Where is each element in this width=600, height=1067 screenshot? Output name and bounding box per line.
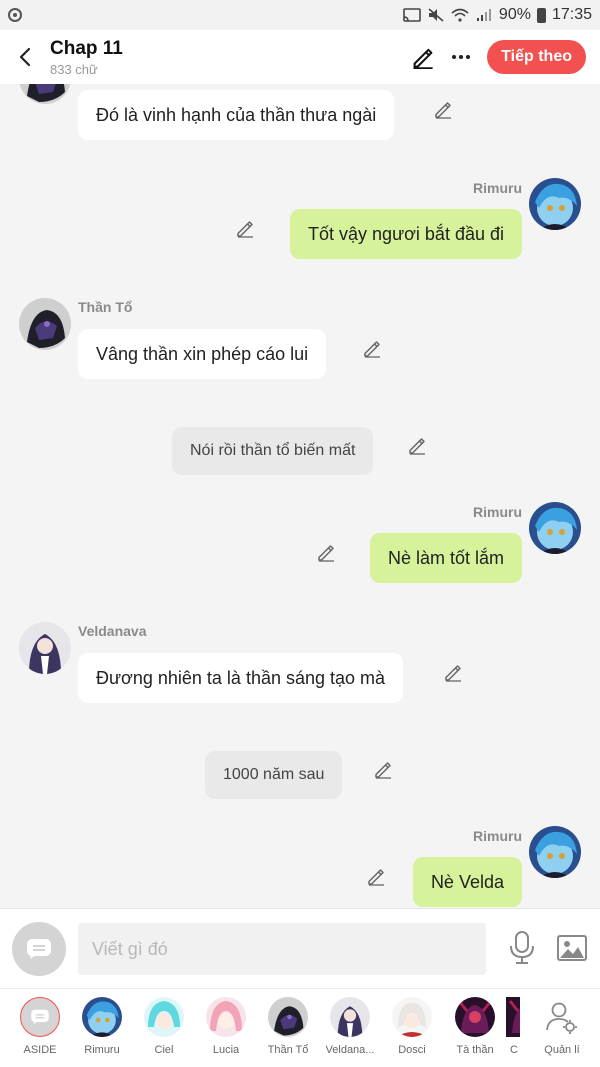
edit-message-icon[interactable] (362, 338, 382, 358)
next-chapter-button[interactable]: Tiếp theo (487, 40, 586, 74)
character-label: Tà thần (456, 1044, 494, 1056)
message-bubble[interactable]: Vâng thần xin phép cáo lui (78, 329, 327, 379)
edit-message-icon[interactable] (433, 99, 453, 119)
avatar (392, 997, 432, 1037)
character-label: C (510, 1044, 518, 1056)
message-bubble[interactable]: Tốt vậy ngươi bắt đầu đi (290, 209, 522, 259)
character-tab-dosci[interactable]: Dosci (381, 997, 443, 1056)
microphone-icon[interactable] (508, 931, 536, 965)
speaker-name: Rimuru (473, 180, 522, 196)
more-options-button[interactable] (449, 45, 473, 69)
cast-icon (403, 8, 421, 22)
signal-icon (476, 9, 491, 21)
word-count: 833 chữ (50, 61, 98, 77)
narration-bubble[interactable]: 1000 năm sau (205, 751, 343, 799)
clock: 17:35 (551, 6, 592, 23)
speaker-name: Rimuru (473, 828, 522, 844)
avatar (330, 997, 370, 1037)
image-icon[interactable] (557, 935, 587, 961)
aside-icon (20, 997, 60, 1037)
character-tab-lucia[interactable]: Lucia (195, 997, 257, 1056)
more-horizontal-icon (452, 55, 471, 59)
narration-bubble[interactable]: Nói rồi thần tổ biến mất (172, 427, 374, 475)
character-label: Veldana... (325, 1044, 375, 1056)
message-bubble[interactable]: Nè Velda (412, 857, 522, 907)
composer-bar (0, 908, 600, 988)
user-settings-icon (546, 1002, 577, 1034)
mute-icon (428, 8, 444, 22)
speaker-name: Veldanava (78, 623, 147, 639)
chapter-header: Chap 11 833 chữ Tiếp theo (0, 30, 600, 84)
avatar-veldanava[interactable] (19, 622, 71, 674)
character-label: ASIDE (23, 1044, 57, 1056)
character-label: Quản lí (544, 1044, 580, 1056)
avatar-rimuru[interactable] (529, 826, 581, 878)
character-tab-than-to[interactable]: Thần Tổ (257, 997, 319, 1056)
avatar (82, 997, 122, 1037)
avatar (206, 997, 246, 1037)
message-input[interactable] (78, 923, 486, 975)
character-label: Thần Tổ (267, 1044, 309, 1056)
edit-message-icon[interactable] (235, 218, 255, 238)
character-label: Dosci (398, 1044, 426, 1056)
character-tab-aside[interactable]: ASIDE (9, 997, 71, 1056)
avatar (268, 997, 308, 1037)
avatar-rimuru[interactable] (529, 178, 581, 230)
chevron-left-icon (19, 47, 31, 67)
character-label: Lucia (212, 1044, 240, 1056)
status-bar: 90% 17:35 (0, 0, 600, 30)
chat-thread[interactable]: Đó là vinh hạnh của thần thưa ngài Rimur… (0, 84, 600, 908)
avatar (144, 997, 184, 1037)
manage-characters-button[interactable]: Quản lí (531, 997, 593, 1056)
avatar (506, 997, 520, 1037)
avatar-than-to[interactable] (19, 84, 71, 104)
battery-icon (536, 7, 546, 23)
speaker-name: Rimuru (473, 504, 522, 520)
pencil-icon (413, 48, 433, 69)
character-tab-rimuru[interactable]: Rimuru (71, 997, 133, 1056)
character-tab-veldanava[interactable]: Veldana... (319, 997, 381, 1056)
character-label: Rimuru (84, 1044, 120, 1056)
wifi-icon (451, 8, 469, 22)
chapter-title-block: Chap 11 833 chữ (50, 38, 123, 77)
edit-message-icon[interactable] (316, 542, 336, 562)
battery-percent: 90% (498, 6, 531, 23)
message-bubble[interactable]: Đương nhiên ta là thần sáng tạo mà (78, 653, 404, 703)
character-tab-ta-than[interactable]: Tà thần (444, 997, 506, 1056)
avatar (455, 997, 495, 1037)
character-tab-partial[interactable]: C (506, 997, 534, 1056)
app-notification-icon (8, 8, 22, 22)
message-bubble[interactable]: Đó là vinh hạnh của thần thưa ngài (78, 90, 395, 140)
back-button[interactable] (14, 46, 36, 68)
character-selector: ASIDE Rimuru Ciel Lucia Thần Tổ Veldana.… (0, 988, 600, 1067)
aside-toggle-button[interactable] (12, 922, 66, 976)
avatar-than-to[interactable] (19, 298, 71, 350)
speaker-name: Thần Tổ (78, 299, 133, 315)
character-tab-ciel[interactable]: Ciel (133, 997, 195, 1056)
edit-message-icon[interactable] (373, 759, 393, 779)
edit-button[interactable] (411, 45, 435, 69)
edit-message-icon[interactable] (366, 866, 386, 886)
avatar-rimuru[interactable] (529, 502, 581, 554)
edit-message-icon[interactable] (443, 662, 463, 682)
page-title: Chap 11 (50, 37, 123, 59)
edit-message-icon[interactable] (407, 435, 427, 455)
character-label: Ciel (154, 1044, 174, 1056)
chat-bubble-icon (27, 939, 51, 959)
message-bubble[interactable]: Nè làm tốt lắm (369, 533, 522, 583)
